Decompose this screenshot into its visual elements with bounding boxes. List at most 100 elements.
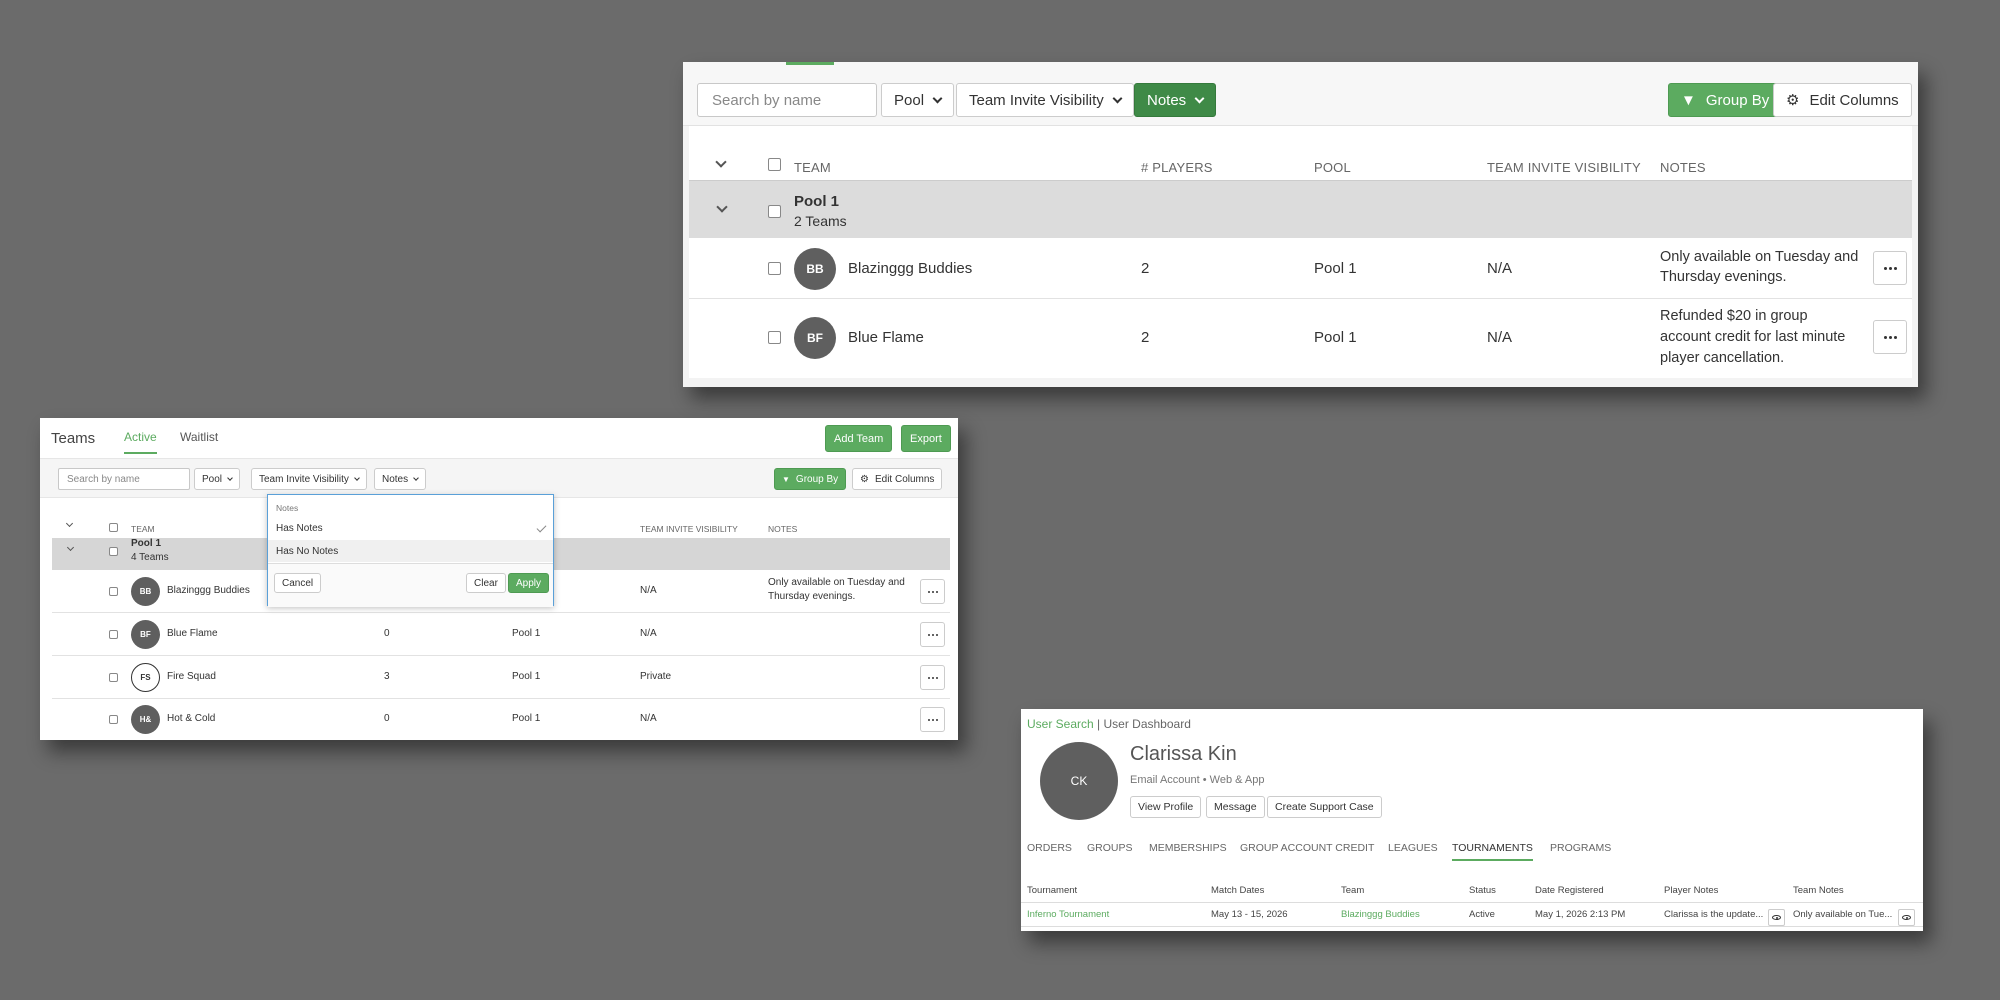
group-checkbox[interactable] [109,547,118,556]
invite-visibility: N/A [640,585,657,596]
chevron-down-icon[interactable] [716,201,728,213]
row-actions-button[interactable] [920,579,945,604]
option-has-notes[interactable]: Has Notes [268,517,553,539]
row-checkbox[interactable] [109,587,118,596]
option-has-no-notes[interactable]: Has No Notes [268,540,553,562]
group-by-button[interactable]: ▼ Group By [1668,83,1783,117]
row-checkbox[interactable] [109,630,118,639]
team-name[interactable]: Blue Flame [848,329,924,346]
column-header-players[interactable]: # PLAYERS [1141,160,1213,175]
create-support-case-button[interactable]: Create Support Case [1267,796,1382,818]
notes-filter-dropdown: Notes Has Notes Has No Notes Cancel Clea… [267,494,554,607]
view-player-notes-button[interactable] [1768,909,1785,926]
row-actions-button[interactable] [920,665,945,690]
visibility-filter-button[interactable]: Team Invite Visibility [251,468,367,490]
table-row[interactable]: BB Blazinggg Buddies 2 Pool 1 N/A Only a… [689,238,1912,299]
view-profile-button[interactable]: View Profile [1130,796,1202,818]
date-registered: May 1, 2026 2:13 PM [1535,909,1626,920]
visibility-filter-label: Team Invite Visibility [969,91,1104,109]
clear-button[interactable]: Clear [466,573,506,593]
edit-columns-button[interactable]: ⚙ Edit Columns [852,468,943,490]
tab-tournaments[interactable]: TOURNAMENTS [1452,842,1533,861]
team-notes: Refunded $20 in group account credit for… [1660,308,1846,366]
apply-button[interactable]: Apply [508,573,550,593]
tab-programs[interactable]: PROGRAMS [1550,842,1611,854]
collapse-all-icon[interactable] [65,519,74,528]
more-icon [927,590,938,593]
column-header-notes[interactable]: NOTES [768,524,797,534]
tab-group-account-credit[interactable]: GROUP ACCOUNT CREDIT [1240,842,1374,854]
team-name[interactable]: Blazinggg Buddies [848,260,972,277]
table-row[interactable]: H& Hot & Cold 0 Pool 1 N/A [52,699,950,740]
row-actions-button[interactable] [920,707,945,732]
column-header-match-dates: Match Dates [1211,885,1265,896]
breadcrumb-current: User Dashboard [1103,717,1191,731]
team-name[interactable]: Fire Squad [167,671,216,682]
column-header-visibility[interactable]: TEAM INVITE VISIBILITY [640,524,738,534]
column-header-pool[interactable]: POOL [1314,160,1351,175]
message-button[interactable]: Message [1206,796,1265,818]
tab-orders[interactable]: ORDERS [1027,842,1072,854]
table-row[interactable]: BF Blue Flame 0 Pool 1 N/A [52,613,950,656]
team-name[interactable]: Blue Flame [167,628,218,639]
group-by-button[interactable]: ▼ Group By [774,468,847,490]
chevron-down-icon [413,475,419,481]
row-checkbox[interactable] [109,715,118,724]
notes-filter-button[interactable]: Notes [1134,83,1217,117]
row-checkbox[interactable] [768,331,781,344]
breadcrumb: User Search | User Dashboard [1027,717,1191,731]
pool-filter-button[interactable]: Pool [194,468,241,490]
table-row[interactable]: FS Fire Squad 3 Pool 1 Private [52,656,950,699]
avatar: BB [131,577,160,606]
more-icon [1883,266,1897,270]
avatar: BB [794,248,836,290]
view-team-notes-button[interactable] [1898,909,1915,926]
column-header-status: Status [1469,885,1496,896]
column-header-notes[interactable]: NOTES [1660,160,1706,175]
cancel-button[interactable]: Cancel [274,573,322,593]
column-header-team[interactable]: TEAM [131,524,155,534]
filter-icon: ▼ [782,474,790,484]
select-all-checkbox[interactable] [109,523,118,532]
group-row-pool-1[interactable]: Pool 1 2 Teams [689,180,1912,238]
player-count: 0 [384,628,390,639]
pool-filter-button[interactable]: Pool [881,83,955,117]
tournament-link[interactable]: Inferno Tournament [1027,909,1109,920]
team-name[interactable]: Hot & Cold [167,713,215,724]
group-checkbox[interactable] [768,205,781,218]
chevron-down-icon [1112,93,1123,103]
tab-groups[interactable]: GROUPS [1087,842,1133,854]
tab-leagues[interactable]: LEAGUES [1388,842,1438,854]
row-actions-button[interactable] [920,622,945,647]
edit-columns-button[interactable]: ⚙ Edit Columns [1773,83,1912,117]
row-actions-button[interactable] [1873,320,1907,354]
table-frame-right [1912,126,1918,387]
add-team-button[interactable]: Add Team [825,425,893,452]
search-input[interactable]: Search by name [58,468,190,490]
search-input[interactable]: Search by name [697,83,877,117]
export-button[interactable]: Export [901,425,951,452]
filter-icon: ▼ [1681,91,1696,109]
chevron-down-icon[interactable] [66,543,75,552]
edit-columns-label: Edit Columns [874,473,935,485]
column-header-visibility[interactable]: TEAM INVITE VISIBILITY [1487,160,1641,175]
team-name[interactable]: Blazinggg Buddies [167,585,250,596]
visibility-filter-button[interactable]: Team Invite Visibility [956,83,1134,117]
column-header-team[interactable]: TEAM [794,160,831,175]
select-all-checkbox[interactable] [768,158,781,171]
tab-active[interactable]: Active [124,430,157,454]
table-row[interactable]: BF Blue Flame 2 Pool 1 N/A Refunded $20 … [689,299,1912,376]
breadcrumb-user-search[interactable]: User Search [1027,717,1094,731]
dropdown-title: Notes [276,503,299,513]
tab-memberships[interactable]: MEMBERSHIPS [1149,842,1227,854]
notes-filter-button[interactable]: Notes [374,468,427,490]
user-dashboard: User Search | User Dashboard CK Clarissa… [1021,709,1923,931]
row-checkbox[interactable] [768,262,781,275]
collapse-all-icon[interactable] [715,156,727,168]
group-count: 4 Teams [131,552,169,563]
team-link[interactable]: Blazinggg Buddies [1341,909,1420,920]
row-actions-button[interactable] [1873,251,1907,285]
notes-filter-label: Notes [1147,91,1187,109]
tab-waitlist[interactable]: Waitlist [180,430,218,444]
row-checkbox[interactable] [109,673,118,682]
